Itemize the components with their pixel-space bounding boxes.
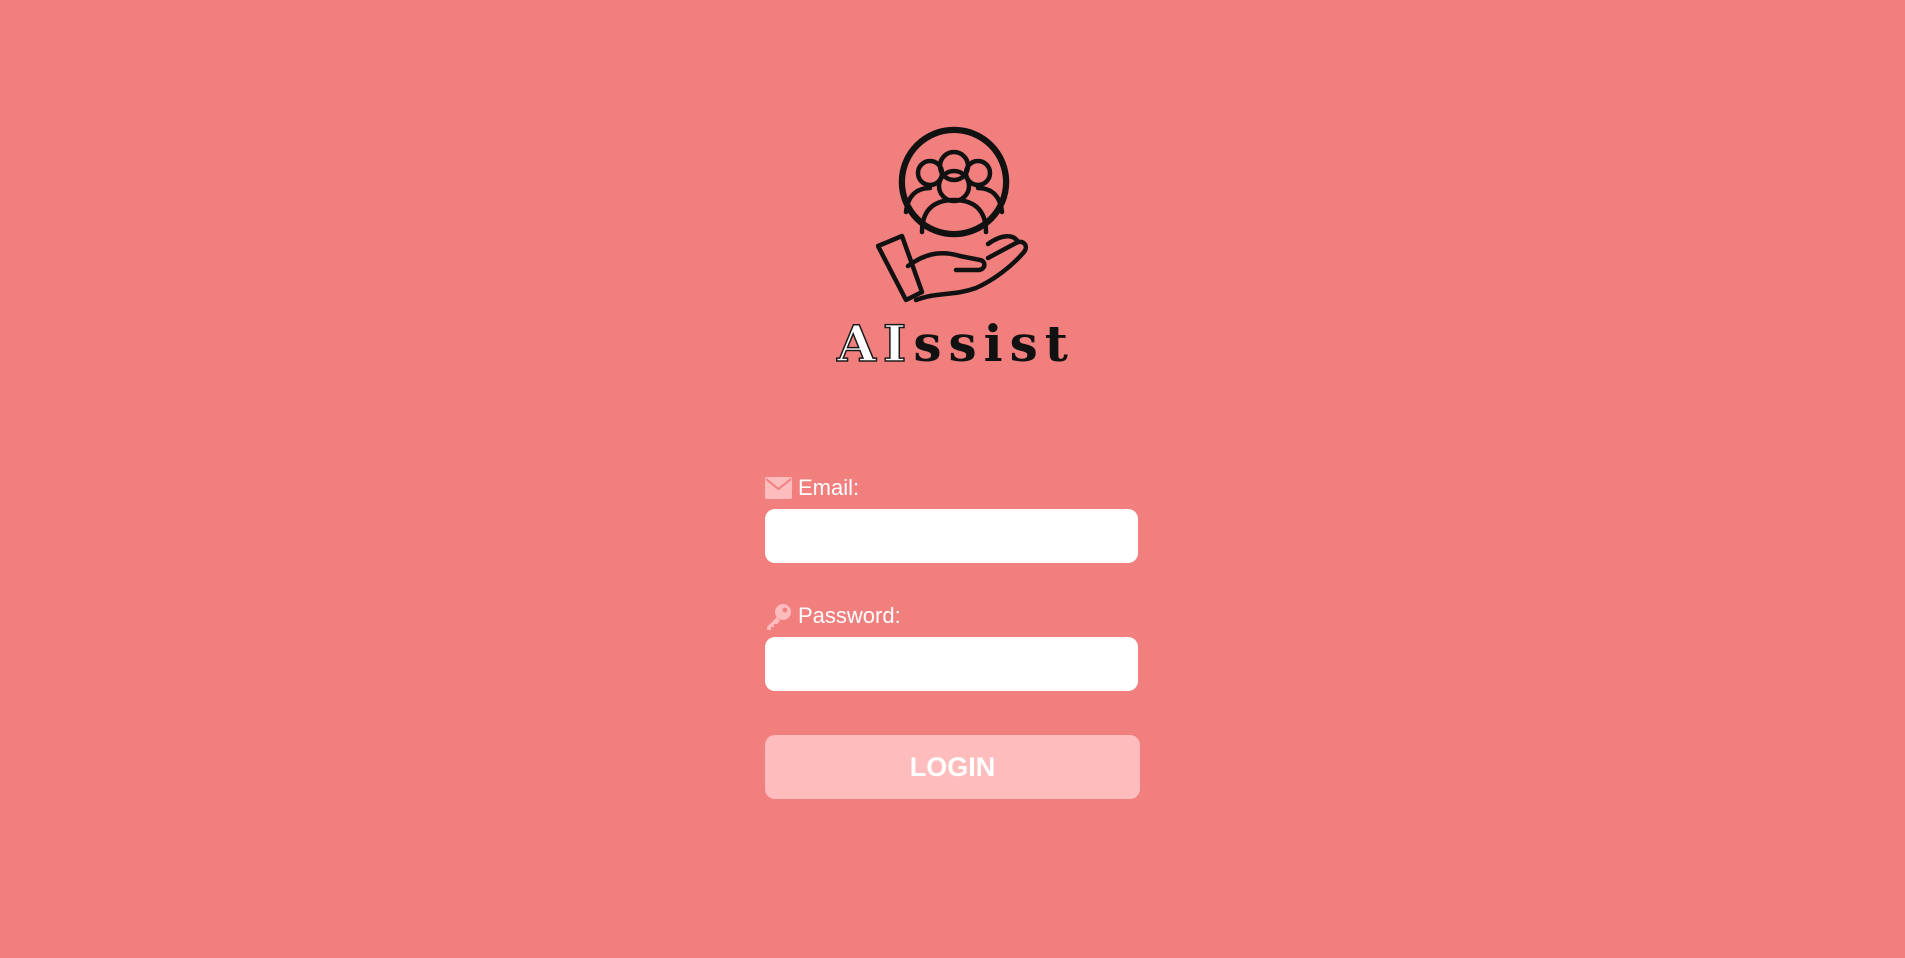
email-label: Email: [765,473,1140,503]
password-field[interactable] [765,637,1138,691]
email-field[interactable] [765,509,1138,563]
brand-name-rest: ssist [913,314,1075,373]
password-label-text: Password: [798,603,901,628]
password-group: Password: [765,601,1140,691]
brand-name-highlight: AI [836,314,914,373]
logo-area: AIssist [0,0,1905,380]
brand-name: AIssist [826,314,1086,373]
login-form: Email: Password: LOGIN [765,473,1140,799]
password-label: Password: [765,601,1140,631]
key-icon [765,603,792,630]
email-label-text: Email: [798,475,860,500]
envelope-icon [765,475,792,501]
people-in-hand-icon [876,126,1029,303]
email-group: Email: [765,473,1140,563]
login-button[interactable]: LOGIN [765,735,1140,799]
